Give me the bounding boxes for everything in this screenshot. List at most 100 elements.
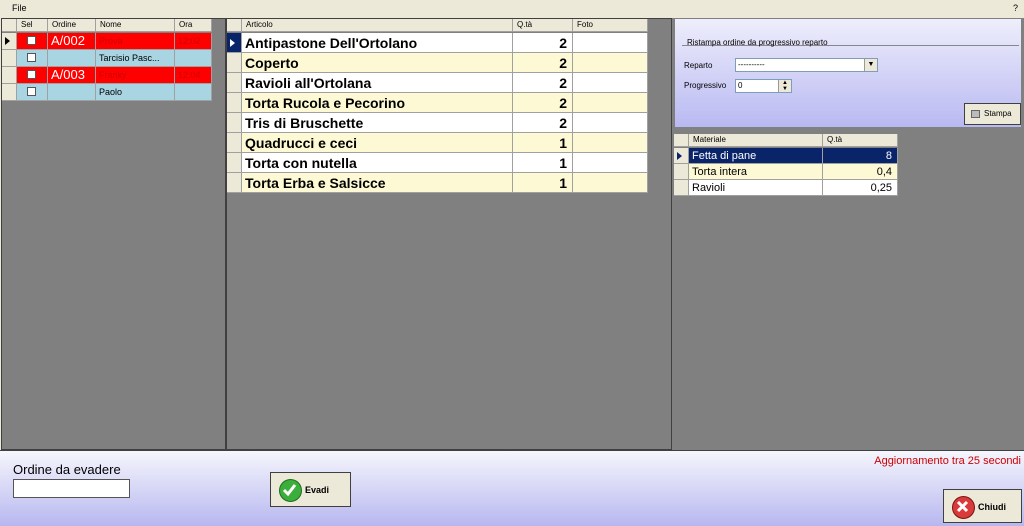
items-cell-articolo[interactable]: Tris di Bruschette	[242, 113, 513, 133]
printer-icon	[971, 110, 980, 118]
stampa-button[interactable]: Stampa	[964, 103, 1021, 125]
items-cell-foto[interactable]	[573, 73, 648, 93]
orders-header-ora[interactable]: Ora	[175, 19, 212, 32]
materials-row-selector[interactable]	[674, 180, 689, 196]
items-grid[interactable]: Articolo Q.tà Foto Antipastone Dell'Orto…	[226, 18, 672, 450]
items-cell-qta[interactable]: 1	[513, 153, 573, 173]
menu-help[interactable]: ?	[1013, 3, 1018, 13]
materials-cell-materiale[interactable]: Ravioli	[689, 180, 823, 196]
materials-grid[interactable]: Materiale Q.tà Fetta di pane 8 Torta inter…	[672, 134, 1024, 450]
orders-row-selector[interactable]	[2, 67, 17, 84]
orders-cell-sel[interactable]	[17, 84, 48, 101]
items-row-selector[interactable]	[227, 53, 242, 73]
materials-row-selector[interactable]	[674, 164, 689, 180]
items-header-qta[interactable]: Q.tà	[513, 19, 573, 32]
items-cell-qta[interactable]: 1	[513, 133, 573, 153]
items-cell-foto[interactable]	[573, 93, 648, 113]
items-row-selector[interactable]	[227, 173, 242, 193]
items-cell-foto[interactable]	[573, 133, 648, 153]
orders-row-selector[interactable]	[2, 50, 17, 67]
items-cell-qta[interactable]: 1	[513, 173, 573, 193]
select-checkbox[interactable]	[27, 36, 36, 45]
orders-header-nome[interactable]: Nome	[96, 19, 175, 32]
orders-cell-ora[interactable]	[175, 50, 212, 67]
orders-cell-nome[interactable]: Paolo	[96, 84, 175, 101]
items-cell-articolo[interactable]: Antipastone Dell'Ortolano	[242, 33, 513, 53]
materials-header-qta[interactable]: Q.tà	[823, 134, 898, 147]
materials-row-selector[interactable]	[674, 148, 689, 164]
items-cell-foto[interactable]	[573, 153, 648, 173]
orders-cell-ordine[interactable]	[48, 50, 96, 67]
row-pointer-icon	[5, 37, 10, 45]
update-countdown: Aggiornamento tra 25 secondi	[874, 455, 1021, 467]
progressivo-stepper[interactable]: 0 ▲ ▼	[735, 79, 792, 93]
chevron-down-icon[interactable]: ▼	[864, 59, 877, 71]
items-row-selector[interactable]	[227, 153, 242, 173]
orders-cell-sel[interactable]	[17, 67, 48, 84]
items-row-selector[interactable]	[227, 73, 242, 93]
items-cell-foto[interactable]	[573, 33, 648, 53]
ordine-da-evadere-input[interactable]	[13, 479, 130, 498]
select-checkbox[interactable]	[27, 53, 36, 62]
orders-header-indicator	[2, 19, 17, 32]
materials-cell-qta[interactable]: 8	[823, 148, 898, 164]
reparto-select[interactable]: ---------- ▼	[735, 58, 878, 72]
items-header-articolo[interactable]: Articolo	[242, 19, 513, 32]
materials-cell-materiale[interactable]: Torta intera	[689, 164, 823, 180]
orders-cell-ordine[interactable]: A/002	[48, 33, 96, 50]
orders-header-ordine[interactable]: Ordine	[48, 19, 96, 32]
items-cell-articolo[interactable]: Torta con nutella	[242, 153, 513, 173]
orders-cell-ordine[interactable]	[48, 84, 96, 101]
orders-cell-nome[interactable]: Franky	[96, 67, 175, 84]
evadi-button[interactable]: Evadi	[270, 472, 351, 507]
stampa-button-label: Stampa	[984, 109, 1012, 118]
menu-file[interactable]: File	[12, 3, 27, 13]
items-cell-qta[interactable]: 2	[513, 33, 573, 53]
reprint-group-title: Ristampa ordine da progressivo reparto	[687, 38, 828, 47]
orders-cell-nome[interactable]: Tarcisio Pasc...	[96, 50, 175, 67]
checkmark-icon	[279, 479, 302, 502]
items-cell-foto[interactable]	[573, 53, 648, 73]
items-header-indicator	[227, 19, 242, 32]
items-cell-articolo[interactable]: Quadrucci e ceci	[242, 133, 513, 153]
orders-cell-ordine[interactable]: A/003	[48, 67, 96, 84]
orders-row-selector[interactable]	[2, 84, 17, 101]
orders-cell-ora[interactable]: 12:02	[175, 33, 212, 50]
reparto-label: Reparto	[684, 61, 713, 70]
right-pane: Ristampa ordine da progressivo reparto R…	[672, 18, 1024, 450]
select-checkbox[interactable]	[27, 70, 36, 79]
orders-grid[interactable]: Sel Ordine Nome Ora A/002 Prova 12:02 Tarci…	[1, 18, 226, 450]
items-row-selector[interactable]	[227, 93, 242, 113]
chiudi-button[interactable]: Chiudi	[943, 489, 1022, 523]
items-cell-qta[interactable]: 2	[513, 73, 573, 93]
items-row-selector[interactable]	[227, 113, 242, 133]
orders-cell-sel[interactable]	[17, 50, 48, 67]
materials-cell-qta[interactable]: 0,25	[823, 180, 898, 196]
items-cell-qta[interactable]: 2	[513, 93, 573, 113]
close-icon	[952, 496, 975, 519]
orders-cell-ora[interactable]: 12:04	[175, 67, 212, 84]
orders-cell-nome[interactable]: Prova	[96, 33, 175, 50]
evadi-button-label: Evadi	[305, 485, 330, 495]
select-checkbox[interactable]	[27, 87, 36, 96]
items-cell-foto[interactable]	[573, 113, 648, 133]
items-cell-articolo[interactable]: Coperto	[242, 53, 513, 73]
items-cell-articolo[interactable]: Ravioli all'Ortolana	[242, 73, 513, 93]
items-header-foto[interactable]: Foto	[573, 19, 648, 32]
orders-row-selector[interactable]	[2, 33, 17, 50]
items-cell-qta[interactable]: 2	[513, 53, 573, 73]
orders-cell-ora[interactable]	[175, 84, 212, 101]
materials-cell-qta[interactable]: 0,4	[823, 164, 898, 180]
orders-header-sel[interactable]: Sel	[17, 19, 48, 32]
materials-cell-materiale[interactable]: Fetta di pane	[689, 148, 823, 164]
row-pointer-icon	[677, 152, 682, 160]
items-row-selector[interactable]	[227, 133, 242, 153]
items-cell-articolo[interactable]: Torta Rucola e Pecorino	[242, 93, 513, 113]
items-cell-qta[interactable]: 2	[513, 113, 573, 133]
stepper-arrows-icon[interactable]: ▲ ▼	[778, 80, 791, 92]
items-row-selector[interactable]	[227, 33, 242, 53]
items-cell-articolo[interactable]: Torta Erba e Salsicce	[242, 173, 513, 193]
orders-cell-sel[interactable]	[17, 33, 48, 50]
materials-header-materiale[interactable]: Materiale	[689, 134, 823, 147]
items-cell-foto[interactable]	[573, 173, 648, 193]
